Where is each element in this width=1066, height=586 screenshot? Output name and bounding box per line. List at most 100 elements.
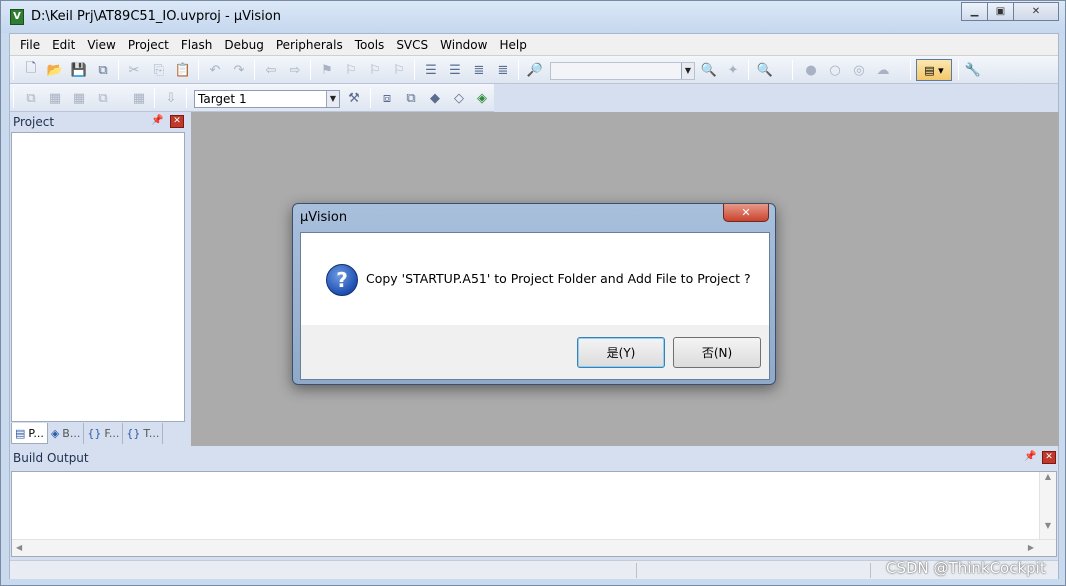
next-bookmark-icon[interactable]: ⚐	[366, 61, 384, 79]
menu-file[interactable]: File	[14, 38, 46, 52]
tab-templates[interactable]: {} T...	[123, 423, 164, 444]
configure-wrench-icon[interactable]: 🔧	[964, 61, 982, 79]
menu-flash[interactable]: Flash	[175, 38, 218, 52]
scroll-left-icon[interactable]: ◀	[16, 543, 22, 552]
project-tree[interactable]	[11, 132, 185, 422]
menu-debug[interactable]: Debug	[218, 38, 269, 52]
scroll-up-icon[interactable]: ▲	[1040, 472, 1056, 481]
toolbar-separator	[518, 60, 519, 80]
comment-icon[interactable]: ≣	[470, 61, 488, 79]
status-divider	[636, 563, 637, 578]
cut-icon[interactable]: ✂	[125, 61, 143, 79]
prev-bookmark-icon[interactable]: ⚐	[342, 61, 360, 79]
toolbar-grip[interactable]	[13, 88, 14, 108]
toolbar-separator	[198, 60, 199, 80]
batch-build-icon[interactable]: ⧉	[94, 89, 112, 107]
manage-components-icon[interactable]: ⧉	[402, 89, 420, 107]
find-icon[interactable]: 🔍	[700, 61, 718, 79]
toolbar-separator	[310, 60, 311, 80]
menu-edit[interactable]: Edit	[46, 38, 81, 52]
tab-books-label: B...	[62, 427, 81, 440]
target-options-icon[interactable]: ⚒	[345, 89, 363, 107]
navigate-forward-icon[interactable]: ⇨	[286, 61, 304, 79]
build-icon[interactable]: ▦	[46, 89, 64, 107]
menu-view[interactable]: View	[81, 38, 121, 52]
build-output-text[interactable]: ▲ ▼ ◀ ▶	[11, 471, 1057, 557]
close-panel-icon[interactable]: ✕	[170, 115, 184, 128]
project-panel-tabs: ▤ P... ◈ B... {} F... {} T...	[11, 423, 186, 445]
paste-icon[interactable]: 📋	[174, 61, 192, 79]
toolbar-grip[interactable]	[13, 60, 14, 80]
window-controls: ▁ ▣ ✕	[961, 2, 1059, 22]
main-window: V D:\Keil Prj\AT89C51_IO.uvproj - µVisio…	[0, 0, 1066, 586]
indent-icon[interactable]: ☰	[422, 61, 440, 79]
pin-icon[interactable]: 📌	[1024, 451, 1036, 463]
no-button[interactable]: 否(N)	[673, 337, 761, 368]
copy-icon[interactable]: ⎘	[150, 61, 168, 79]
window-layout-dropdown[interactable]: ▤ ▾	[916, 59, 952, 81]
maximize-icon: ▣	[995, 6, 1006, 17]
vertical-scrollbar[interactable]: ▲ ▼	[1039, 472, 1056, 540]
dialog-close-button[interactable]: ✕	[723, 204, 769, 222]
close-button[interactable]: ✕	[1013, 2, 1059, 21]
redo-icon[interactable]: ↷	[230, 61, 248, 79]
yes-button[interactable]: 是(Y)	[577, 337, 665, 368]
bookmark-icon[interactable]: ⚑	[318, 61, 336, 79]
build-output-panel: Build Output 📌 ✕ ▲ ▼ ◀ ▶	[10, 448, 1058, 560]
undo-icon[interactable]: ↶	[206, 61, 224, 79]
incremental-find-icon[interactable]: ✦	[724, 61, 742, 79]
title-bar[interactable]: V D:\Keil Prj\AT89C51_IO.uvproj - µVisio…	[1, 1, 1065, 33]
dialog-message-area: ? Copy 'STARTUP.A51' to Project Folder a…	[301, 233, 769, 325]
close-icon: ✕	[741, 206, 751, 219]
menu-peripherals[interactable]: Peripherals	[270, 38, 349, 52]
menu-svcs[interactable]: SVCS	[390, 38, 434, 52]
rebuild-icon[interactable]: ▦	[70, 89, 88, 107]
scroll-down-icon[interactable]: ▼	[1040, 521, 1056, 530]
new-file-icon[interactable]: 🗋	[22, 61, 40, 79]
navigate-back-icon[interactable]: ⇦	[262, 61, 280, 79]
pin-icon[interactable]: 📌	[151, 115, 163, 127]
horizontal-scrollbar[interactable]: ◀ ▶	[12, 539, 1056, 556]
stop-build-icon[interactable]: ▦	[130, 89, 148, 107]
uncomment-icon[interactable]: ≣	[494, 61, 512, 79]
find-in-files-icon[interactable]: 🔎	[526, 61, 544, 79]
kill-breakpoints-icon[interactable]: ☁	[874, 61, 892, 79]
menu-project[interactable]: Project	[122, 38, 175, 52]
target-select[interactable]: Target 1 ▼	[194, 90, 340, 108]
minimize-button[interactable]: ▁	[961, 2, 988, 21]
maximize-button[interactable]: ▣	[987, 2, 1014, 21]
breakpoint-toggle-icon[interactable]: ◎	[850, 61, 868, 79]
save-icon[interactable]: 💾	[70, 61, 88, 79]
translate-icon[interactable]: ⧉	[22, 89, 40, 107]
pack-installer-icon[interactable]: ◈	[473, 89, 491, 107]
breakpoint-icon[interactable]: ●	[802, 61, 820, 79]
unindent-icon[interactable]: ☰	[446, 61, 464, 79]
close-panel-icon[interactable]: ✕	[1042, 451, 1056, 464]
run-time-env-icon[interactable]: ◇	[450, 89, 468, 107]
scroll-right-icon[interactable]: ▶	[1028, 543, 1034, 552]
select-pack-icon[interactable]: ◆	[426, 89, 444, 107]
debug-session-icon[interactable]: 🔍	[756, 61, 774, 79]
tab-functions-label: F...	[104, 427, 120, 440]
menu-help[interactable]: Help	[493, 38, 532, 52]
breakpoint-disable-icon[interactable]: ○	[826, 61, 844, 79]
save-all-icon[interactable]: ⧉	[94, 61, 112, 79]
file-extensions-icon[interactable]: ⧈	[378, 89, 396, 107]
build-output-header: Build Output 📌 ✕	[10, 448, 1058, 468]
project-panel: Project 📌 ✕ ▤ P... ◈ B... {} F... {} T..…	[10, 112, 187, 446]
find-combo[interactable]: ▼	[550, 62, 695, 80]
tab-functions[interactable]: {} F...	[84, 423, 124, 444]
chevron-down-icon[interactable]: ▼	[681, 63, 694, 79]
chevron-down-icon[interactable]: ▼	[326, 91, 339, 107]
tab-books[interactable]: ◈ B...	[48, 423, 85, 444]
dialog-title: µVision	[300, 210, 348, 225]
tab-project[interactable]: ▤ P...	[11, 423, 48, 444]
clear-bookmarks-icon[interactable]: ⚐	[390, 61, 408, 79]
download-load-icon[interactable]: ⇩	[162, 89, 180, 107]
menu-window[interactable]: Window	[434, 38, 493, 52]
file-toolbar: 🗋 📂 💾 ⧉ ✂ ⎘ 📋 ↶ ↷ ⇦ ⇨ ⚑ ⚐ ⚐ ⚐ ☰ ☰ ≣ ≣ 🔎	[10, 56, 1058, 84]
keil-uvision-icon[interactable]: V	[10, 9, 24, 25]
open-file-icon[interactable]: 📂	[46, 61, 64, 79]
menu-tools[interactable]: Tools	[349, 38, 391, 52]
toolbar-separator	[186, 88, 187, 108]
